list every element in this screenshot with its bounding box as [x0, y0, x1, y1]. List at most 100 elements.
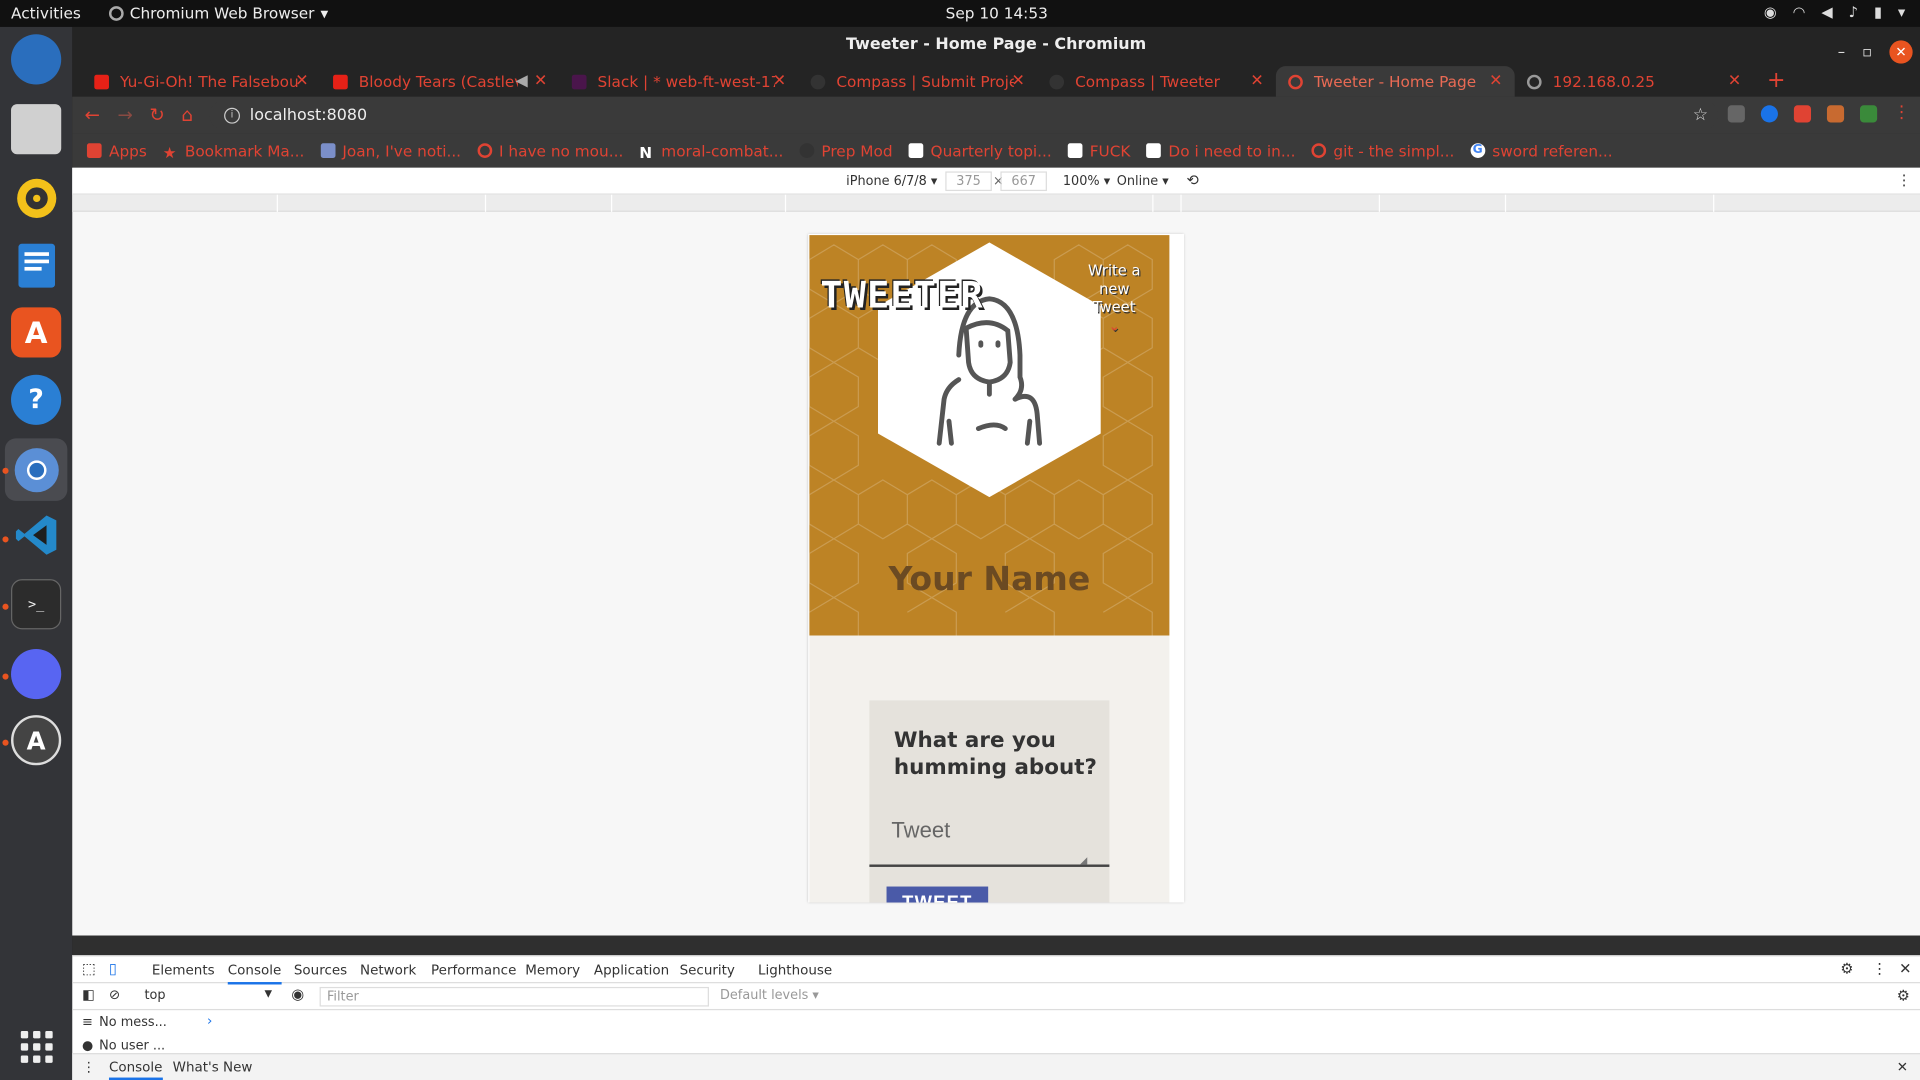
- context-select[interactable]: top: [144, 988, 165, 1003]
- drawer-tab-console[interactable]: Console: [108, 1059, 163, 1080]
- close-drawer-icon[interactable]: ✕: [1897, 1059, 1908, 1075]
- back-icon[interactable]: ←: [84, 104, 99, 126]
- device-select[interactable]: iPhone 6/7/8 ▾: [846, 174, 937, 189]
- devtools-tab-console[interactable]: Console: [227, 962, 282, 985]
- tab-yugioh[interactable]: Yu-Gi-Oh! The Falsebound ✕: [82, 66, 321, 97]
- url-text[interactable]: localhost:8080: [250, 106, 367, 124]
- close-tab-icon[interactable]: ✕: [1728, 72, 1741, 90]
- media-query-ruler[interactable]: [72, 194, 1920, 212]
- bookmark-item[interactable]: I have no mou...: [476, 141, 623, 160]
- devtools-tab-elements[interactable]: Elements: [152, 962, 215, 978]
- rhythmbox-icon[interactable]: [11, 173, 61, 223]
- show-applications-icon[interactable]: [20, 1031, 53, 1063]
- devtools-tab-lighthouse[interactable]: Lighthouse: [758, 962, 832, 978]
- libreoffice-writer-icon[interactable]: [11, 240, 61, 290]
- devtools-tab-security[interactable]: Security: [680, 962, 735, 978]
- address-bar[interactable]: i localhost:8080 ☆: [209, 100, 1718, 130]
- reload-icon[interactable]: ↻: [149, 104, 164, 126]
- help-icon[interactable]: ?: [11, 374, 62, 425]
- close-devtools-icon[interactable]: ✕: [1899, 960, 1911, 977]
- battery-icon[interactable]: ▮: [1874, 4, 1882, 21]
- devtools-tab-network[interactable]: Network: [360, 962, 416, 978]
- tab-compass-submit[interactable]: Compass | Submit Project ✕: [798, 66, 1037, 97]
- bookmark-star-icon[interactable]: ☆: [1693, 105, 1708, 125]
- bookmark-item[interactable]: Joan, I've noti...: [320, 141, 461, 160]
- system-tray[interactable]: ◉ ◠ ◀ ♪ ▮ ▾: [1764, 4, 1905, 21]
- tweet-text-input[interactable]: [869, 795, 1110, 867]
- zoom-select[interactable]: 100% ▾: [1063, 174, 1110, 189]
- tweet-submit-button[interactable]: TWEET: [886, 886, 989, 903]
- sidebar-messages-item[interactable]: ≡ No mess...: [72, 1011, 194, 1034]
- close-window-icon[interactable]: ✕: [1889, 39, 1913, 64]
- menu-kebab-icon[interactable]: ⋮: [1893, 104, 1910, 122]
- console-settings-gear-icon[interactable]: ⚙: [1897, 987, 1910, 1004]
- devtools-tab-application[interactable]: Application: [594, 962, 669, 978]
- forward-icon[interactable]: →: [118, 104, 133, 126]
- devtools-tab-performance[interactable]: Performance: [431, 962, 516, 978]
- close-tab-icon[interactable]: ✕: [1250, 72, 1263, 90]
- resize-handle-icon[interactable]: ◢: [1080, 855, 1088, 866]
- bookmark-item[interactable]: Nmoral-combat...: [639, 141, 783, 161]
- thunderbird-icon[interactable]: [11, 34, 62, 85]
- live-expression-eye-icon[interactable]: ◉: [291, 986, 304, 1003]
- console-prompt-icon[interactable]: ›: [207, 1013, 212, 1029]
- bookmark-item[interactable]: ★ Bookmark Ma...: [163, 141, 305, 161]
- devtools-tab-sources[interactable]: Sources: [294, 962, 347, 978]
- tab-tweeter-home[interactable]: Tweeter - Home Page ✕: [1275, 66, 1515, 97]
- bookmark-item[interactable]: Quarterly topi...: [908, 141, 1052, 160]
- home-icon[interactable]: ⌂: [181, 104, 193, 126]
- bookmark-item[interactable]: git - the simpl...: [1311, 141, 1454, 160]
- close-tab-icon[interactable]: ✕: [534, 72, 547, 90]
- rotate-icon[interactable]: ⟲: [1187, 171, 1199, 188]
- tab-slack[interactable]: Slack | * web-ft-west-17au ✕: [560, 66, 799, 97]
- clock[interactable]: Sep 10 14:53: [0, 4, 1920, 22]
- context-dropdown-icon[interactable]: ▼: [264, 988, 272, 999]
- drawer-menu-kebab-icon[interactable]: ⋮: [82, 1059, 95, 1075]
- network-throttle-select[interactable]: Online ▾: [1117, 174, 1169, 189]
- bookmark-item[interactable]: Prep Mod: [799, 141, 893, 160]
- extensions-puzzle-icon[interactable]: [1793, 105, 1812, 123]
- discord-icon[interactable]: [11, 648, 62, 700]
- tab-compass-tweeter[interactable]: Compass | Tweeter ✕: [1037, 66, 1276, 97]
- window-titlebar[interactable]: Tweeter - Home Page - Chromium – ▫ ✕: [72, 26, 1920, 64]
- inspect-element-icon[interactable]: ⬚: [82, 960, 96, 977]
- files-icon[interactable]: [11, 104, 62, 155]
- power-menu-icon[interactable]: ▾: [1898, 4, 1905, 21]
- write-new-tweet-link[interactable]: Write a new Tweet ⌄: [1086, 262, 1142, 335]
- volume-icon[interactable]: ◀: [1821, 4, 1832, 21]
- sidebar-toggle-icon[interactable]: ◧: [82, 987, 95, 1003]
- close-tab-icon[interactable]: ✕: [1489, 72, 1502, 90]
- tab-bloody-tears[interactable]: Bloody Tears (Castlevania ◀ ✕: [321, 66, 560, 97]
- device-height-input[interactable]: 667: [1000, 171, 1047, 192]
- bookmark-item[interactable]: Gsword referen...: [1470, 141, 1613, 160]
- drawer-tab-whats-new[interactable]: What's New: [173, 1059, 253, 1075]
- microphone-icon[interactable]: ♪: [1849, 4, 1858, 21]
- device-menu-kebab-icon[interactable]: ⋮: [1897, 171, 1912, 188]
- brand-logo[interactable]: TWEETER: [820, 274, 983, 317]
- close-tab-icon[interactable]: ✕: [773, 72, 786, 90]
- info-icon[interactable]: i: [224, 107, 241, 124]
- log-levels-select[interactable]: Default levels ▾: [720, 988, 819, 1003]
- console-filter-input[interactable]: Filter: [319, 986, 709, 1007]
- extension-icon[interactable]: [1826, 105, 1845, 123]
- bookmark-apps[interactable]: Apps: [86, 141, 147, 160]
- software-center-icon[interactable]: A: [11, 307, 62, 358]
- tab-192[interactable]: 192.168.0.25 ✕: [1515, 66, 1754, 97]
- extension-icon[interactable]: [1760, 105, 1778, 123]
- bookmark-item[interactable]: Do i need to in...: [1146, 141, 1295, 160]
- new-tab-icon[interactable]: +: [1767, 67, 1785, 93]
- bookmark-item[interactable]: FUCK: [1067, 141, 1130, 160]
- speaker-icon[interactable]: ◀: [516, 72, 528, 90]
- extension-icon[interactable]: [1860, 105, 1878, 123]
- close-tab-icon[interactable]: ✕: [295, 72, 308, 90]
- vscode-icon[interactable]: [11, 509, 61, 559]
- close-tab-icon[interactable]: ✕: [1012, 72, 1025, 90]
- device-toggle-icon[interactable]: ▯: [109, 960, 117, 977]
- settings-gear-icon[interactable]: ⚙: [1840, 960, 1853, 977]
- software-updater-icon[interactable]: A: [11, 715, 62, 766]
- devtools-tab-memory[interactable]: Memory: [525, 962, 580, 978]
- extension-icon[interactable]: [1727, 105, 1745, 123]
- clear-console-icon[interactable]: ⊘: [109, 987, 120, 1003]
- devtools-menu-kebab-icon[interactable]: ⋮: [1872, 960, 1887, 977]
- discord-tray-icon[interactable]: ◉: [1764, 4, 1777, 21]
